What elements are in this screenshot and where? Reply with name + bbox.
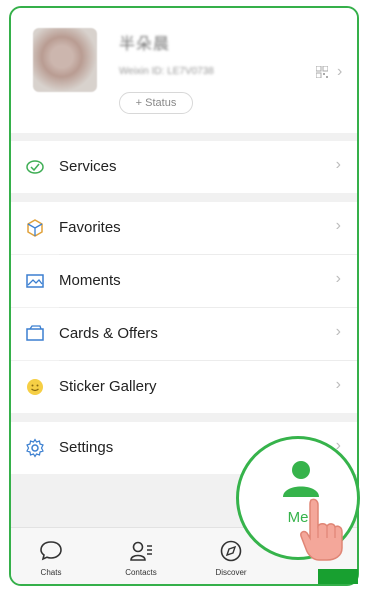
menu-item-label: Services: [59, 158, 117, 175]
profile-header[interactable]: 半朵晨 Weixin ID: LE7V0738 › + Status: [11, 8, 357, 133]
menu-item-label: Cards & Offers: [59, 325, 158, 342]
moments-picture-icon: [26, 274, 44, 288]
tab-chats[interactable]: Chats: [11, 528, 91, 584]
chevron-right-icon: ›: [335, 376, 341, 393]
menu-item-favorites[interactable]: Favorites ›: [11, 202, 357, 254]
status-button[interactable]: + Status: [119, 92, 193, 114]
menu-item-sticker-gallery[interactable]: Sticker Gallery ›: [11, 361, 357, 413]
contacts-icon: [130, 541, 152, 561]
tab-label: Contacts: [125, 568, 157, 577]
menu-item-label: Settings: [59, 439, 114, 456]
favorites-cube-icon: [27, 219, 43, 237]
chevron-right-icon: ›: [335, 323, 341, 340]
person-icon: [283, 461, 319, 497]
avatar[interactable]: [33, 28, 97, 92]
chevron-right-icon: ›: [335, 156, 341, 173]
pointing-hand-icon: [300, 498, 343, 561]
tab-contacts[interactable]: Contacts: [101, 528, 181, 584]
menu-item-services[interactable]: Services ›: [11, 141, 357, 193]
menu-item-label: Favorites: [59, 219, 121, 236]
settings-gear-icon: [26, 438, 44, 458]
chevron-right-icon: ›: [335, 217, 341, 234]
menu-item-cards-offers[interactable]: Cards & Offers ›: [11, 308, 357, 360]
services-icon: [26, 160, 44, 174]
menu-item-moments[interactable]: Moments ›: [11, 255, 357, 307]
profile-name: 半朵晨: [119, 36, 171, 53]
compass-icon: [220, 540, 242, 562]
qr-code-icon[interactable]: [316, 66, 328, 78]
cards-wallet-icon: [26, 325, 44, 341]
menu-item-label: Sticker Gallery: [59, 378, 157, 395]
chat-bubble-icon: [40, 541, 62, 561]
sticker-smile-icon: [27, 379, 43, 395]
wechat-id: Weixin ID: LE7V0738: [119, 66, 214, 77]
chevron-right-icon: ›: [337, 63, 343, 80]
tab-label: Discover: [215, 568, 247, 577]
menu-item-label: Moments: [59, 272, 121, 289]
chevron-right-icon: ›: [335, 270, 341, 287]
highlight-marker: [318, 569, 358, 584]
tab-label: Chats: [40, 568, 62, 577]
